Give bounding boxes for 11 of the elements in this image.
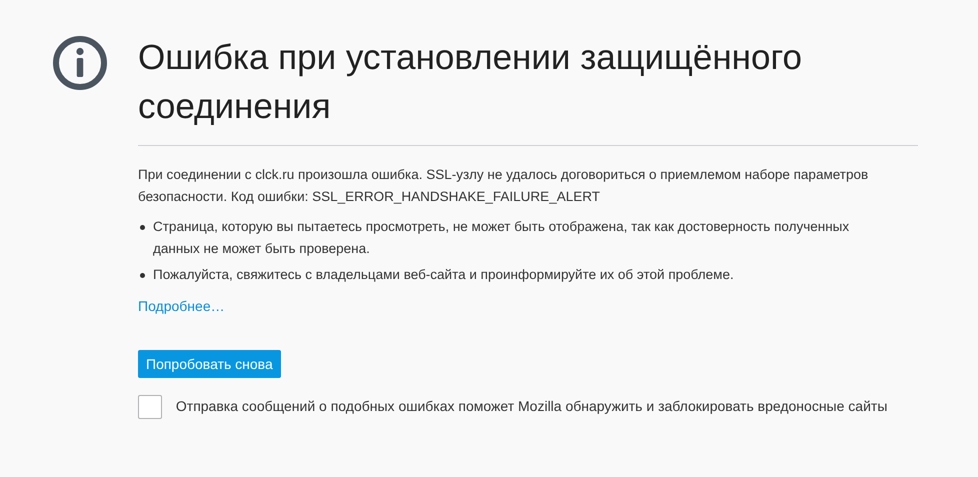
info-icon — [52, 35, 108, 91]
list-item: Пожалуйста, свяжитесь с владельцами веб-сайта и проинформируйте их об этой проблеме. — [153, 266, 734, 284]
report-label: Отправка сообщений о подобных ошибках поможет Mozilla обнаружить и заблокировать вредоносные сайты — [176, 398, 888, 414]
list-item: Страница, которую вы пытаетесь просмотреть, не может быть отображена, так как достоверность полученных данных не может быть проверена. — [153, 218, 850, 258]
error-description: При соединении с clck.ru произошла ошибка. SSL-узлу не удалось договориться о приемлемом наборе параметров безопасности. Код ошибки: SSL_ERROR_HANDSHAKE_FAILURE_ALERT — [138, 166, 870, 206]
bullet-icon — [140, 273, 145, 278]
bullet-icon — [140, 225, 145, 230]
report-checkbox[interactable] — [138, 395, 162, 420]
advanced-link[interactable]: Подробнее… — [138, 298, 225, 314]
error-title: Ошибка при установлении защищённого соединения — [138, 37, 803, 128]
retry-button[interactable]: Попробовать снова — [138, 350, 281, 378]
